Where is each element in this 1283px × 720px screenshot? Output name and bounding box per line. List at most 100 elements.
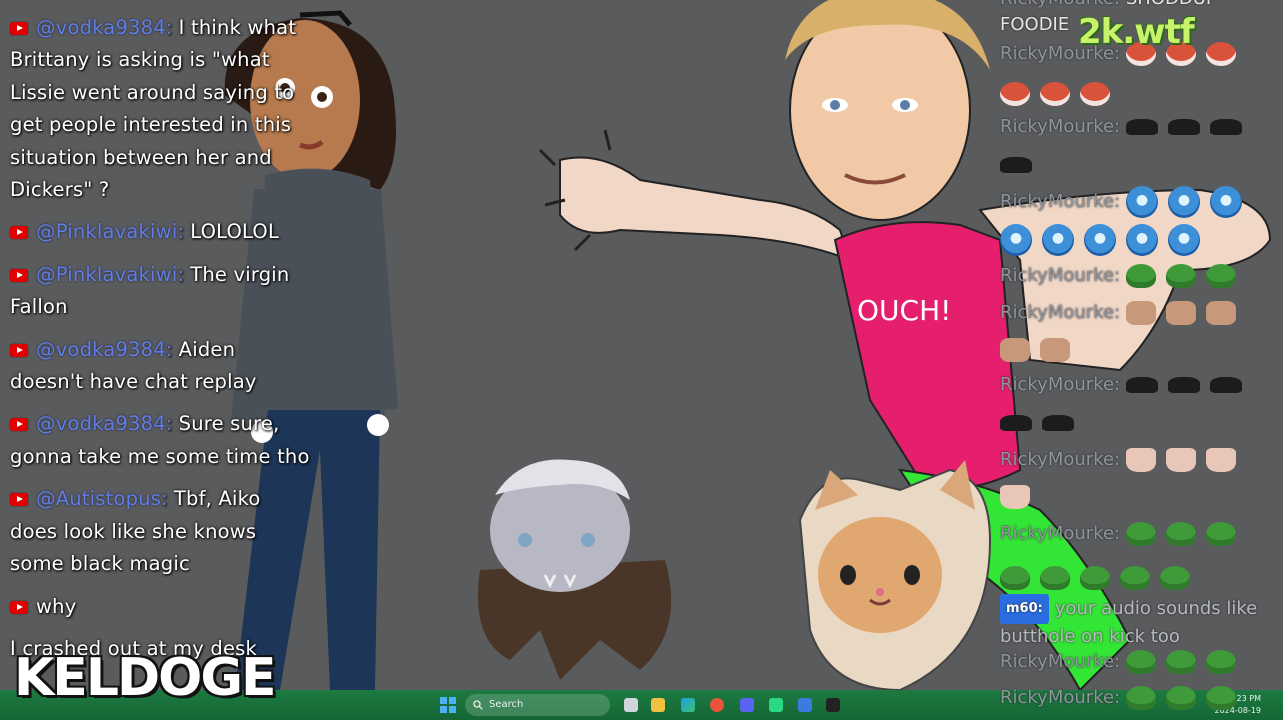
emote-row <box>1000 412 1084 433</box>
app-icon[interactable] <box>769 698 783 712</box>
chat-username[interactable]: RickyMourke: <box>1000 302 1120 323</box>
pepe-emote <box>1040 566 1070 590</box>
chat-text: SHODDUP <box>1126 0 1217 9</box>
chat-username[interactable]: RickyMourke: <box>1000 0 1120 9</box>
cat-emote <box>1209 119 1242 135</box>
tan-cat-emote <box>1165 301 1196 325</box>
chat-username[interactable]: RickyMourke: <box>1000 374 1120 395</box>
emote-row <box>1000 485 1040 509</box>
chat-message: @Pinklavakiwi: The virgin Fallon <box>10 259 310 324</box>
m60-badge[interactable]: m60: <box>1000 594 1049 624</box>
tan-cat-emote <box>1040 338 1070 362</box>
tan-cat-emote <box>1000 338 1030 362</box>
cat-emote <box>1125 119 1158 135</box>
chat-username[interactable]: @Pinklavakiwi <box>36 263 177 286</box>
youtube-icon <box>10 343 28 357</box>
pepe-emote <box>1165 686 1196 710</box>
pepe-emote <box>1205 686 1236 710</box>
chat-text-foodie: FOODIE <box>1000 14 1070 35</box>
file-explorer-icon[interactable] <box>651 698 665 712</box>
cat-emote <box>1167 119 1200 135</box>
chat-username[interactable]: RickyMourke: <box>1000 651 1120 672</box>
blue-face-emote <box>1084 224 1116 256</box>
red-blob-emote <box>1080 82 1110 106</box>
youtube-icon <box>10 493 28 507</box>
pepe-emote <box>1125 686 1156 710</box>
emote-row <box>1000 566 1200 590</box>
youtube-icon <box>10 418 28 432</box>
chat-username[interactable]: @vodka9384 <box>36 16 166 39</box>
chat-line-m60: m60: your audio sounds like butthole on k… <box>1000 594 1270 650</box>
chat-username[interactable]: RickyMourke: <box>1000 265 1120 286</box>
red-blob-emote <box>1040 82 1070 106</box>
cat-emote <box>1209 377 1242 393</box>
chat-message: why <box>10 591 310 623</box>
username-separator: : <box>161 487 168 511</box>
blue-face-emote <box>1168 224 1200 256</box>
chat-username[interactable]: RickyMourke: <box>1000 116 1120 137</box>
username-separator: : <box>165 337 173 361</box>
fist-emote <box>1205 448 1236 472</box>
chat-line: RickyMourke: <box>1000 522 1246 546</box>
chat-line: RickyMourke: <box>1000 448 1246 472</box>
pepe-emote <box>1205 650 1236 674</box>
discord-icon[interactable] <box>740 698 754 712</box>
firefox-icon[interactable] <box>710 698 724 712</box>
chat-text: why <box>36 594 77 618</box>
chat-message: @vodka9384: I think what Brittany is aski… <box>10 12 310 206</box>
chat-username[interactable]: @vodka9384 <box>36 338 166 361</box>
app-icon[interactable] <box>798 698 812 712</box>
pepe-cat-emote <box>1205 264 1236 288</box>
start-button[interactable] <box>440 697 456 713</box>
chat-line: RickyMourke: <box>1000 116 1252 137</box>
emote-row <box>1000 338 1080 362</box>
youtube-icon <box>10 268 28 282</box>
fist-emote <box>1000 485 1030 509</box>
right-chat-panel: RickyMourke: SHODDUP FOODIE RickyMourke:… <box>1000 0 1283 720</box>
pepe-emote <box>1080 566 1110 590</box>
blue-face-emote <box>1000 224 1032 256</box>
brand-logo-keldoge: KELDOGE <box>14 648 277 708</box>
edge-icon[interactable] <box>681 698 695 712</box>
chat-username[interactable]: RickyMourke: <box>1000 523 1120 544</box>
chat-line: RickyMourke: <box>1000 301 1246 325</box>
chat-message: @vodka9384: Sure sure, gonna take me some… <box>10 408 310 473</box>
chat-username[interactable]: RickyMourke: <box>1000 687 1120 708</box>
chat-line: RickyMourke: <box>1000 186 1252 218</box>
shirt-text: OUCH! <box>857 294 951 327</box>
taskview-icon[interactable] <box>624 698 638 712</box>
right-chat-top-line: RickyMourke: SHODDUP <box>1000 0 1217 9</box>
tan-cat-emote <box>1125 301 1156 325</box>
chat-username[interactable]: @Autistopus <box>36 487 161 510</box>
youtube-icon <box>10 600 28 614</box>
app-icon[interactable] <box>826 698 840 712</box>
chat-text: LOLOLOL <box>190 220 280 244</box>
red-blob-emote <box>1205 42 1236 66</box>
pepe-emote <box>1205 522 1236 546</box>
bat-creature <box>478 459 672 680</box>
chat-username[interactable]: @Pinklavakiwi <box>36 220 177 243</box>
cat-emote <box>1000 157 1032 173</box>
cat-emote <box>1000 415 1032 431</box>
cat-emote <box>1167 377 1200 393</box>
pepe-emote <box>1120 566 1150 590</box>
brand-logo-2kwtf: 2k.wtf <box>1078 12 1195 52</box>
chat-message: @vodka9384: Aiden doesn't have chat repla… <box>10 334 310 399</box>
chat-message: @Autistopus: Tbf, Aiko does look like she… <box>10 483 310 580</box>
pepe-cat-emote <box>1165 264 1196 288</box>
blue-face-emote <box>1042 224 1074 256</box>
pepe-emote <box>1000 566 1030 590</box>
chat-username[interactable]: RickyMourke: <box>1000 449 1120 470</box>
pepe-emote <box>1160 566 1190 590</box>
fox-creature <box>798 460 992 692</box>
taskbar-search[interactable]: Search <box>465 694 610 716</box>
emote-row <box>1000 154 1042 175</box>
youtube-icon <box>10 226 28 240</box>
chat-username[interactable]: @vodka9384 <box>36 412 166 435</box>
chat-username[interactable]: RickyMourke: <box>1000 191 1120 212</box>
pepe-emote <box>1165 522 1196 546</box>
pepe-cat-emote <box>1125 264 1156 288</box>
emote-row <box>1000 224 1210 256</box>
fist-emote <box>1125 448 1156 472</box>
chat-text: I think what Brittany is asking is "what… <box>10 16 297 202</box>
